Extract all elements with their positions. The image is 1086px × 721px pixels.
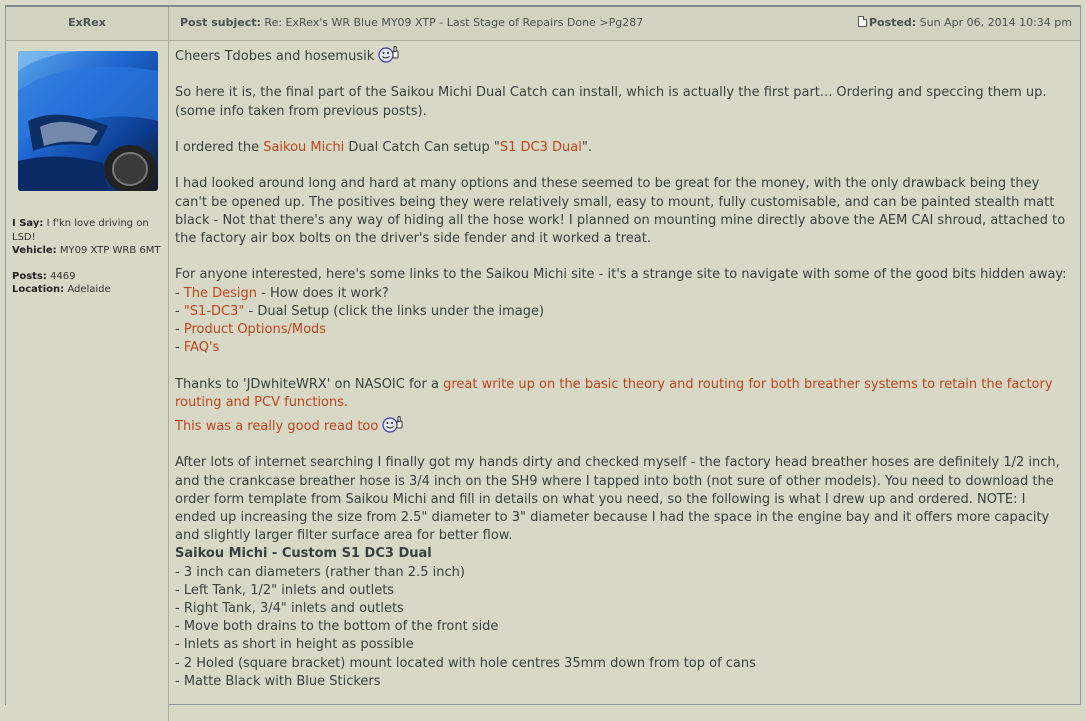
dash: - xyxy=(175,285,184,301)
post-subject: Post subject: Re: ExRex's WR Blue MY09 X… xyxy=(180,16,643,29)
text-segment: Thanks to 'JDwhiteWRX' on NASOIC for a xyxy=(175,376,444,392)
isay-label: I Say: xyxy=(12,218,44,229)
paragraph-ordered: I ordered the Saikou Michi Dual Catch Ca… xyxy=(175,139,1070,157)
spec-item: - Inlets as short in height as possible xyxy=(175,637,414,653)
dash: - xyxy=(175,303,184,319)
spec-item: - 3 inch can diameters (rather than 2.5 … xyxy=(175,564,465,580)
post-header: ExRex Post subject: Re: ExRex's WR Blue … xyxy=(6,7,1080,41)
car-avatar-image xyxy=(18,51,158,191)
link-list-item: - Product Options/Mods xyxy=(175,321,1070,339)
faqs-link[interactable]: FAQ's xyxy=(184,340,220,355)
post-document-icon[interactable] xyxy=(858,16,867,27)
text-segment: Dual Catch Can setup " xyxy=(344,139,500,155)
spec-item: - 2 Holed (square bracket) mount located… xyxy=(175,655,756,671)
posts-label: Posts: xyxy=(12,270,47,282)
text-segment: ". xyxy=(581,139,592,155)
link-description: - How does it work? xyxy=(257,285,389,301)
location-label: Location: xyxy=(12,284,65,295)
author-name[interactable]: ExRex xyxy=(6,7,169,40)
links-intro: For anyone interested, here's some links… xyxy=(175,267,1067,283)
posted-label: Posted: xyxy=(869,16,917,29)
vehicle-text: MY09 XTP WRB 6MT xyxy=(59,245,161,256)
subject-label: Post subject: xyxy=(180,16,261,29)
product-options-link[interactable]: Product Options/Mods xyxy=(184,322,326,337)
greeting-line: Cheers Tdobes and hosemusik xyxy=(175,45,1070,66)
post-body: Cheers Tdobes and hosemusik So here it i… xyxy=(175,45,1070,691)
spec-item: - Matte Black with Blue Stickers xyxy=(175,673,381,689)
subject-text: Re: ExRex's WR Blue MY09 XTP - Last Stag… xyxy=(264,16,644,29)
s1-dc3-dual-link[interactable]: S1 DC3 Dual xyxy=(500,140,582,155)
dash: - xyxy=(175,321,184,337)
greeting-text: Cheers Tdobes and hosemusik xyxy=(175,49,375,64)
link-list-item: - The Design - How does it work? xyxy=(175,285,1070,303)
spec-item: - Left Tank, 1/2" inlets and outlets xyxy=(175,582,395,598)
good-read-link[interactable]: This was a really good read too xyxy=(175,419,378,434)
location-value: Adelaide xyxy=(67,284,111,295)
spec-title: Saikou Michi - Custom S1 DC3 Dual xyxy=(175,546,432,562)
saikou-michi-link[interactable]: Saikou Michi xyxy=(263,140,344,155)
thumbs-up-smiley-icon xyxy=(382,415,403,433)
avatar xyxy=(18,51,158,191)
s1-dc3-link[interactable]: "S1-DC3" xyxy=(184,304,245,319)
dash: - xyxy=(175,340,184,356)
the-design-link[interactable]: The Design xyxy=(184,286,257,301)
text-segment: I ordered the xyxy=(175,139,264,155)
paragraph-thanks: Thanks to 'JDwhiteWRX' on NASOIC for a g… xyxy=(175,376,1070,412)
spec-item: - Move both drains to the bottom of the … xyxy=(175,619,499,635)
paragraph-options: I had looked around long and hard at man… xyxy=(175,176,1066,246)
posted-date: Sun Apr 06, 2014 10:34 pm xyxy=(919,16,1072,29)
posted-info: Posted: Sun Apr 06, 2014 10:34 pm xyxy=(858,16,1072,29)
author-sidebar: I Say: I f'kn love driving on LSD! Vehic… xyxy=(6,41,169,721)
good-read-line: This was a really good read too xyxy=(175,415,1070,436)
paragraph-searching: After lots of internet searching I final… xyxy=(175,455,1060,544)
spec-item: - Right Tank, 3/4" inlets and outlets xyxy=(175,601,404,616)
posts-value: 4469 xyxy=(50,270,76,282)
vehicle-label: Vehicle: xyxy=(12,245,57,256)
thumbs-up-smiley-icon xyxy=(378,46,399,63)
link-description: - Dual Setup (click the links under the … xyxy=(244,303,545,319)
author-profile: I Say: I f'kn love driving on LSD! Vehic… xyxy=(12,217,164,297)
paragraph-intro: So here it is, the final part of the Sai… xyxy=(175,85,1047,119)
link-list-item: - "S1-DC3" - Dual Setup (click the links… xyxy=(175,303,1070,321)
link-list-item: - FAQ's xyxy=(175,339,1070,357)
